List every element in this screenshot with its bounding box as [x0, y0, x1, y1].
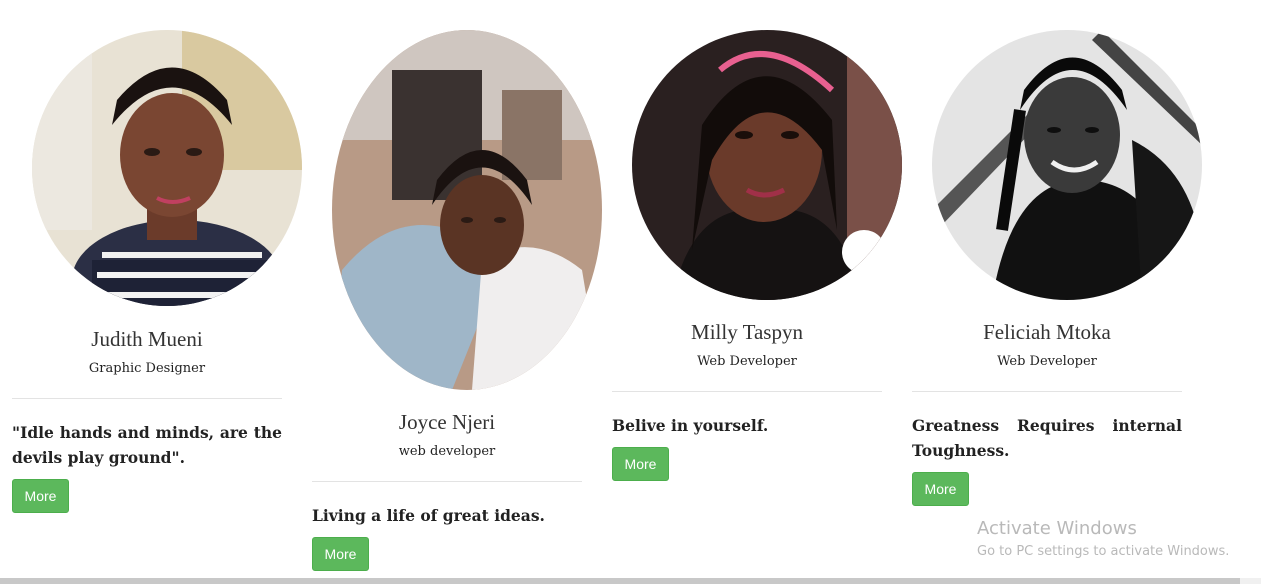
member-role: web developer: [398, 444, 496, 459]
divider: [312, 481, 582, 482]
profile-photo: [332, 30, 602, 390]
member-role: Web Developer: [997, 354, 1097, 369]
divider: [612, 391, 882, 392]
horizontal-scrollbar[interactable]: [0, 578, 1240, 584]
member-name: Milly Taspyn: [691, 320, 803, 344]
profile-photo: [32, 30, 302, 306]
member-quote: Belive in yourself.: [612, 416, 769, 435]
member-role: Web Developer: [697, 354, 797, 369]
more-button[interactable]: More: [612, 447, 669, 481]
profile-photo: [632, 30, 902, 300]
member-role: Graphic Designer: [88, 361, 206, 376]
activation-watermark: Activate Windows Go to PC settings to ac…: [977, 518, 1229, 562]
profile-photo: [932, 30, 1202, 300]
watermark-subtitle: Go to PC settings to activate Windows.: [977, 544, 1230, 559]
scrollbar-track-end: [1240, 578, 1261, 584]
member-quote: Greatness Requires internal Toughness.: [912, 416, 1182, 460]
watermark-title: Activate Windows: [977, 518, 1137, 539]
divider: [912, 391, 1182, 392]
member-name: Judith Mueni: [91, 327, 203, 351]
member-quote: "Idle hands and minds, are the devils pl…: [12, 423, 282, 467]
member-name: Joyce Njeri: [398, 410, 496, 434]
member-name: Feliciah Mtoka: [983, 320, 1111, 344]
more-button[interactable]: More: [312, 537, 369, 571]
more-button[interactable]: More: [12, 479, 69, 513]
more-button[interactable]: More: [912, 472, 969, 506]
divider: [12, 398, 282, 399]
member-quote: Living a life of great ideas.: [312, 506, 545, 525]
